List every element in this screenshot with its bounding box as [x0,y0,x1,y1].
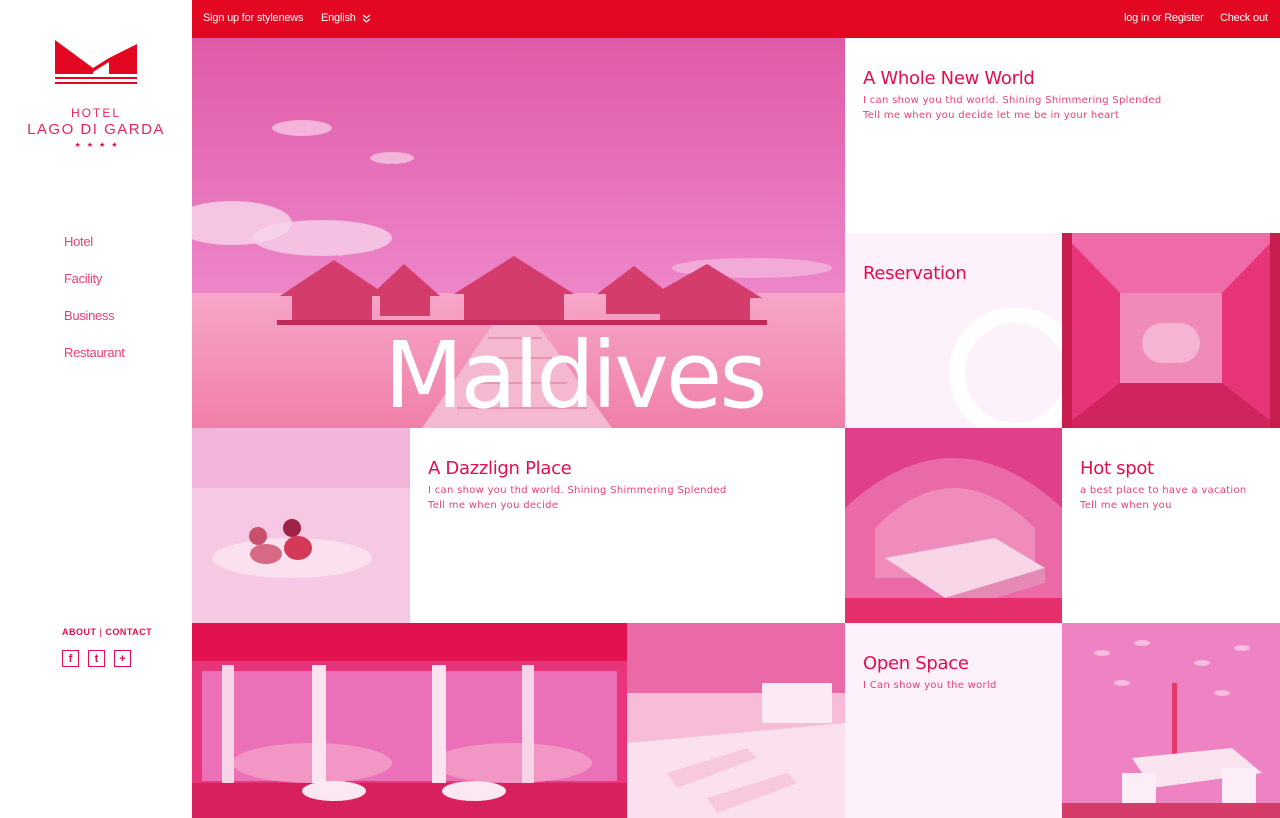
footer-links: ABOUT | CONTACT [62,627,152,637]
underwater-bedroom-photo[interactable] [845,428,1062,623]
card-text: Tell me when you [1080,500,1172,511]
main-nav: Hotel Facility Business Restaurant [64,234,125,382]
contact-link[interactable]: CONTACT [105,627,152,637]
restaurant-photo [1062,623,1280,818]
language-selector[interactable]: English [321,12,371,24]
dazzling-place-card[interactable]: A Dazzlign Place I can show you thd worl… [410,428,845,623]
overwater-bungalows-photo [192,38,845,428]
hotel-logo[interactable]: HOTEL LAGO DI GARDA ★★★★ [0,38,192,149]
deck-photo [627,623,845,818]
language-label: English [321,12,356,24]
sidebar: HOTEL LAGO DI GARDA ★★★★ Hotel Facility … [0,0,192,818]
card-text: I can show you thd world. Shining Shimme… [863,95,1162,106]
nav-item-business[interactable]: Business [64,308,125,345]
sun-deck-photo[interactable] [627,623,845,818]
glass-hallway-photo[interactable] [1062,233,1280,428]
nav-item-facility[interactable]: Facility [64,271,125,308]
hallway-photo [1062,233,1280,428]
whole-new-world-card[interactable]: A Whole New World I can show you thd wor… [845,38,1280,233]
reservation-card[interactable]: Reservation [845,233,1062,428]
plus-icon[interactable]: + [114,650,131,667]
card-title: Reservation [863,263,967,284]
card-text: a best place to have a vacation [1080,485,1247,496]
logo-hotel-name: LAGO DI GARDA [27,121,165,138]
social-links: f t + [62,650,131,667]
top-bar: Sign up for stylenews English log in or … [192,0,1280,38]
card-title: Open Space [863,653,969,674]
card-title: A Dazzlign Place [428,458,572,479]
chevron-down-icon [362,14,371,23]
logo-mark-icon [55,40,137,84]
card-text: I Can show you the world [863,680,997,691]
hero-image[interactable] [192,38,845,428]
nav-item-restaurant[interactable]: Restaurant [64,345,125,382]
beach-couple-photo[interactable] [192,428,410,623]
couple-photo [192,428,410,623]
signup-link[interactable]: Sign up for stylenews [203,12,304,24]
about-link[interactable]: ABOUT [62,627,97,637]
facebook-icon[interactable]: f [62,650,79,667]
login-register-link[interactable]: log in or Register [1124,12,1204,24]
bedroom-photo [845,428,1062,623]
card-text: Tell me when you decide let me be in you… [863,110,1120,121]
refresh-icon [949,307,1062,428]
open-space-card[interactable]: Open Space I Can show you the world [845,623,1062,818]
nav-item-hotel[interactable]: Hotel [64,234,125,271]
card-title: A Whole New World [863,68,1035,89]
card-title: Hot spot [1080,458,1154,479]
twitter-icon[interactable]: t [88,650,105,667]
footer-separator: | [99,627,103,637]
card-text: Tell me when you decide [428,500,559,511]
underwater-restaurant-photo[interactable] [1062,623,1280,818]
logo-hotel-label: HOTEL [70,106,121,120]
logo-stars: ★★★★ [74,141,124,149]
checkout-link[interactable]: Check out [1220,12,1268,24]
bathroom-photo [192,623,627,818]
underwater-bathroom-photo[interactable] [192,623,627,818]
hot-spot-card[interactable]: Hot spot a best place to have a vacation… [1062,428,1280,623]
card-text: I can show you thd world. Shining Shimme… [428,485,727,496]
